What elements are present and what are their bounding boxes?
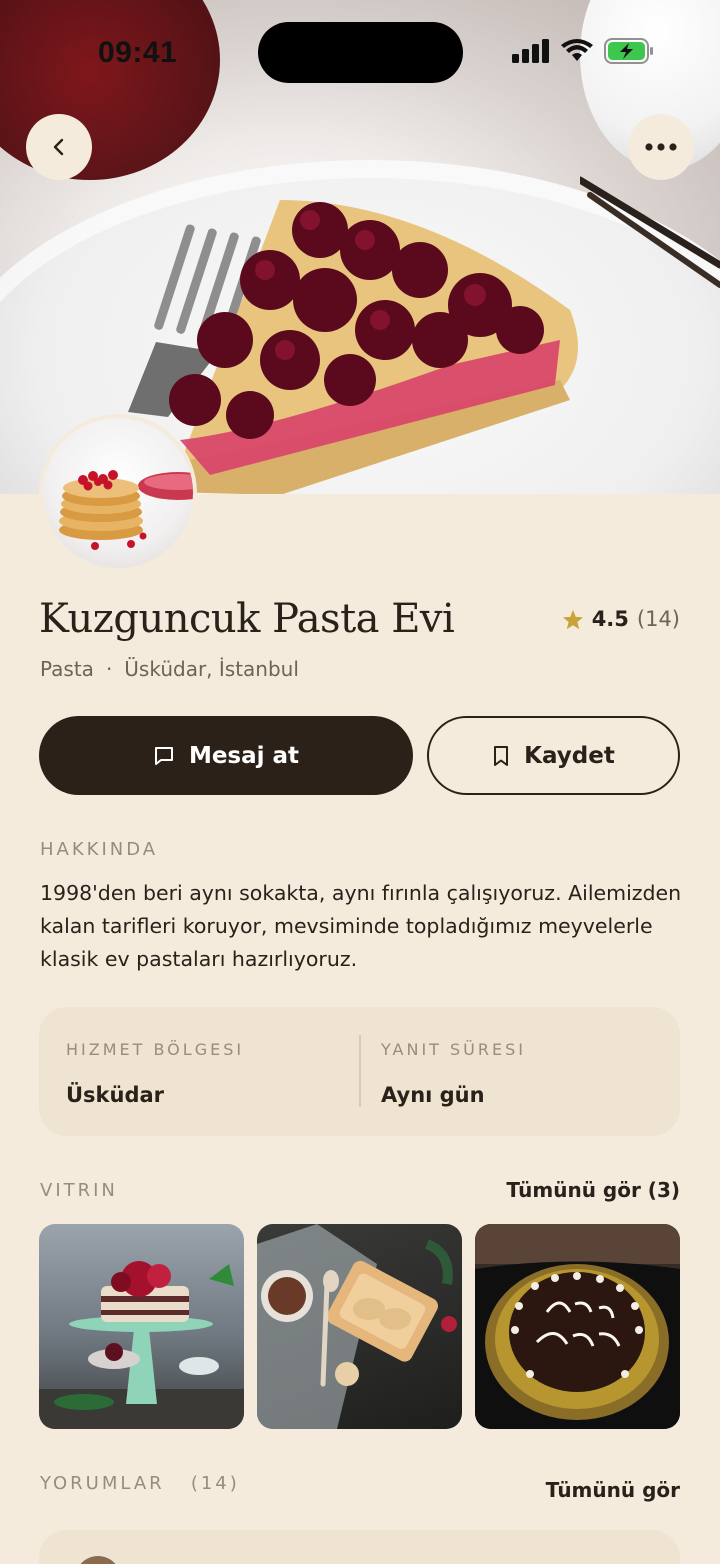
- chocolate-cake-photo: [475, 1224, 680, 1429]
- cherry-tart-illustration: [169, 200, 578, 494]
- back-button[interactable]: [26, 114, 92, 180]
- business-location: Üsküdar, İstanbul: [124, 657, 299, 681]
- reviews-see-all-link[interactable]: Tümünü gör: [546, 1478, 680, 1502]
- rating-count: (14): [636, 607, 680, 631]
- status-time: 09:41: [98, 36, 178, 69]
- showcase-item[interactable]: [39, 1224, 244, 1429]
- reviewer-avatar: [75, 1556, 121, 1564]
- cookies-tray-photo: [257, 1224, 457, 1429]
- dynamic-island: [258, 22, 463, 83]
- info-card: HIZMET BÖLGESI Üsküdar YANIT SÜRESI Aynı…: [39, 1007, 680, 1136]
- save-button-label: Kaydet: [524, 742, 615, 769]
- review-card[interactable]: [39, 1530, 680, 1564]
- service-area-label: HIZMET BÖLGESI: [66, 1040, 245, 1059]
- reviews-heading: YORUMLAR (14): [40, 1473, 240, 1494]
- save-button[interactable]: Kaydet: [427, 716, 680, 795]
- status-icons: [512, 38, 654, 64]
- business-meta: Pasta · Üsküdar, İstanbul: [40, 657, 299, 681]
- profile-avatar[interactable]: [39, 414, 197, 572]
- pancake-stack-illustration: [59, 470, 193, 550]
- showcase-item[interactable]: [257, 1224, 462, 1429]
- more-options-button[interactable]: [628, 114, 694, 180]
- showcase-see-all-link[interactable]: Tümünü gör (3): [506, 1178, 680, 1202]
- rating-score: 4.5: [591, 607, 629, 631]
- meta-separator: ·: [105, 657, 113, 681]
- battery-charging-icon: [604, 38, 653, 64]
- cellular-signal-icon: [512, 39, 549, 63]
- star-icon: [562, 609, 583, 629]
- more-horizontal-icon: [645, 143, 677, 151]
- message-button-label: Mesaj at: [188, 742, 300, 769]
- message-icon: [154, 746, 173, 765]
- showcase-item[interactable]: [475, 1224, 680, 1429]
- vanilla-pods-illustration: [580, 176, 720, 288]
- service-area-value: Üsküdar: [66, 1083, 165, 1107]
- showcase-heading: VITRIN: [40, 1180, 118, 1201]
- info-divider: [359, 1035, 361, 1107]
- response-time-value: Aynı gün: [381, 1083, 485, 1107]
- wifi-icon: [561, 39, 593, 61]
- response-time-label: YANIT SÜRESI: [381, 1040, 526, 1059]
- business-name: Kuzguncuk Pasta Evi: [39, 596, 455, 642]
- layer-cake-photo: [39, 1261, 244, 1429]
- about-heading: HAKKINDA: [40, 839, 159, 860]
- reviews-heading-count: (14): [190, 1473, 240, 1494]
- about-text: 1998'den beri aynı sokakta, aynı fırınla…: [40, 881, 682, 971]
- reviews-heading-label: YORUMLAR: [40, 1473, 165, 1494]
- message-button[interactable]: Mesaj at: [39, 716, 413, 795]
- chevron-left-icon: [53, 138, 64, 156]
- business-category: Pasta: [40, 657, 94, 681]
- bookmark-icon: [494, 745, 509, 766]
- rating[interactable]: 4.5 (14): [562, 607, 680, 631]
